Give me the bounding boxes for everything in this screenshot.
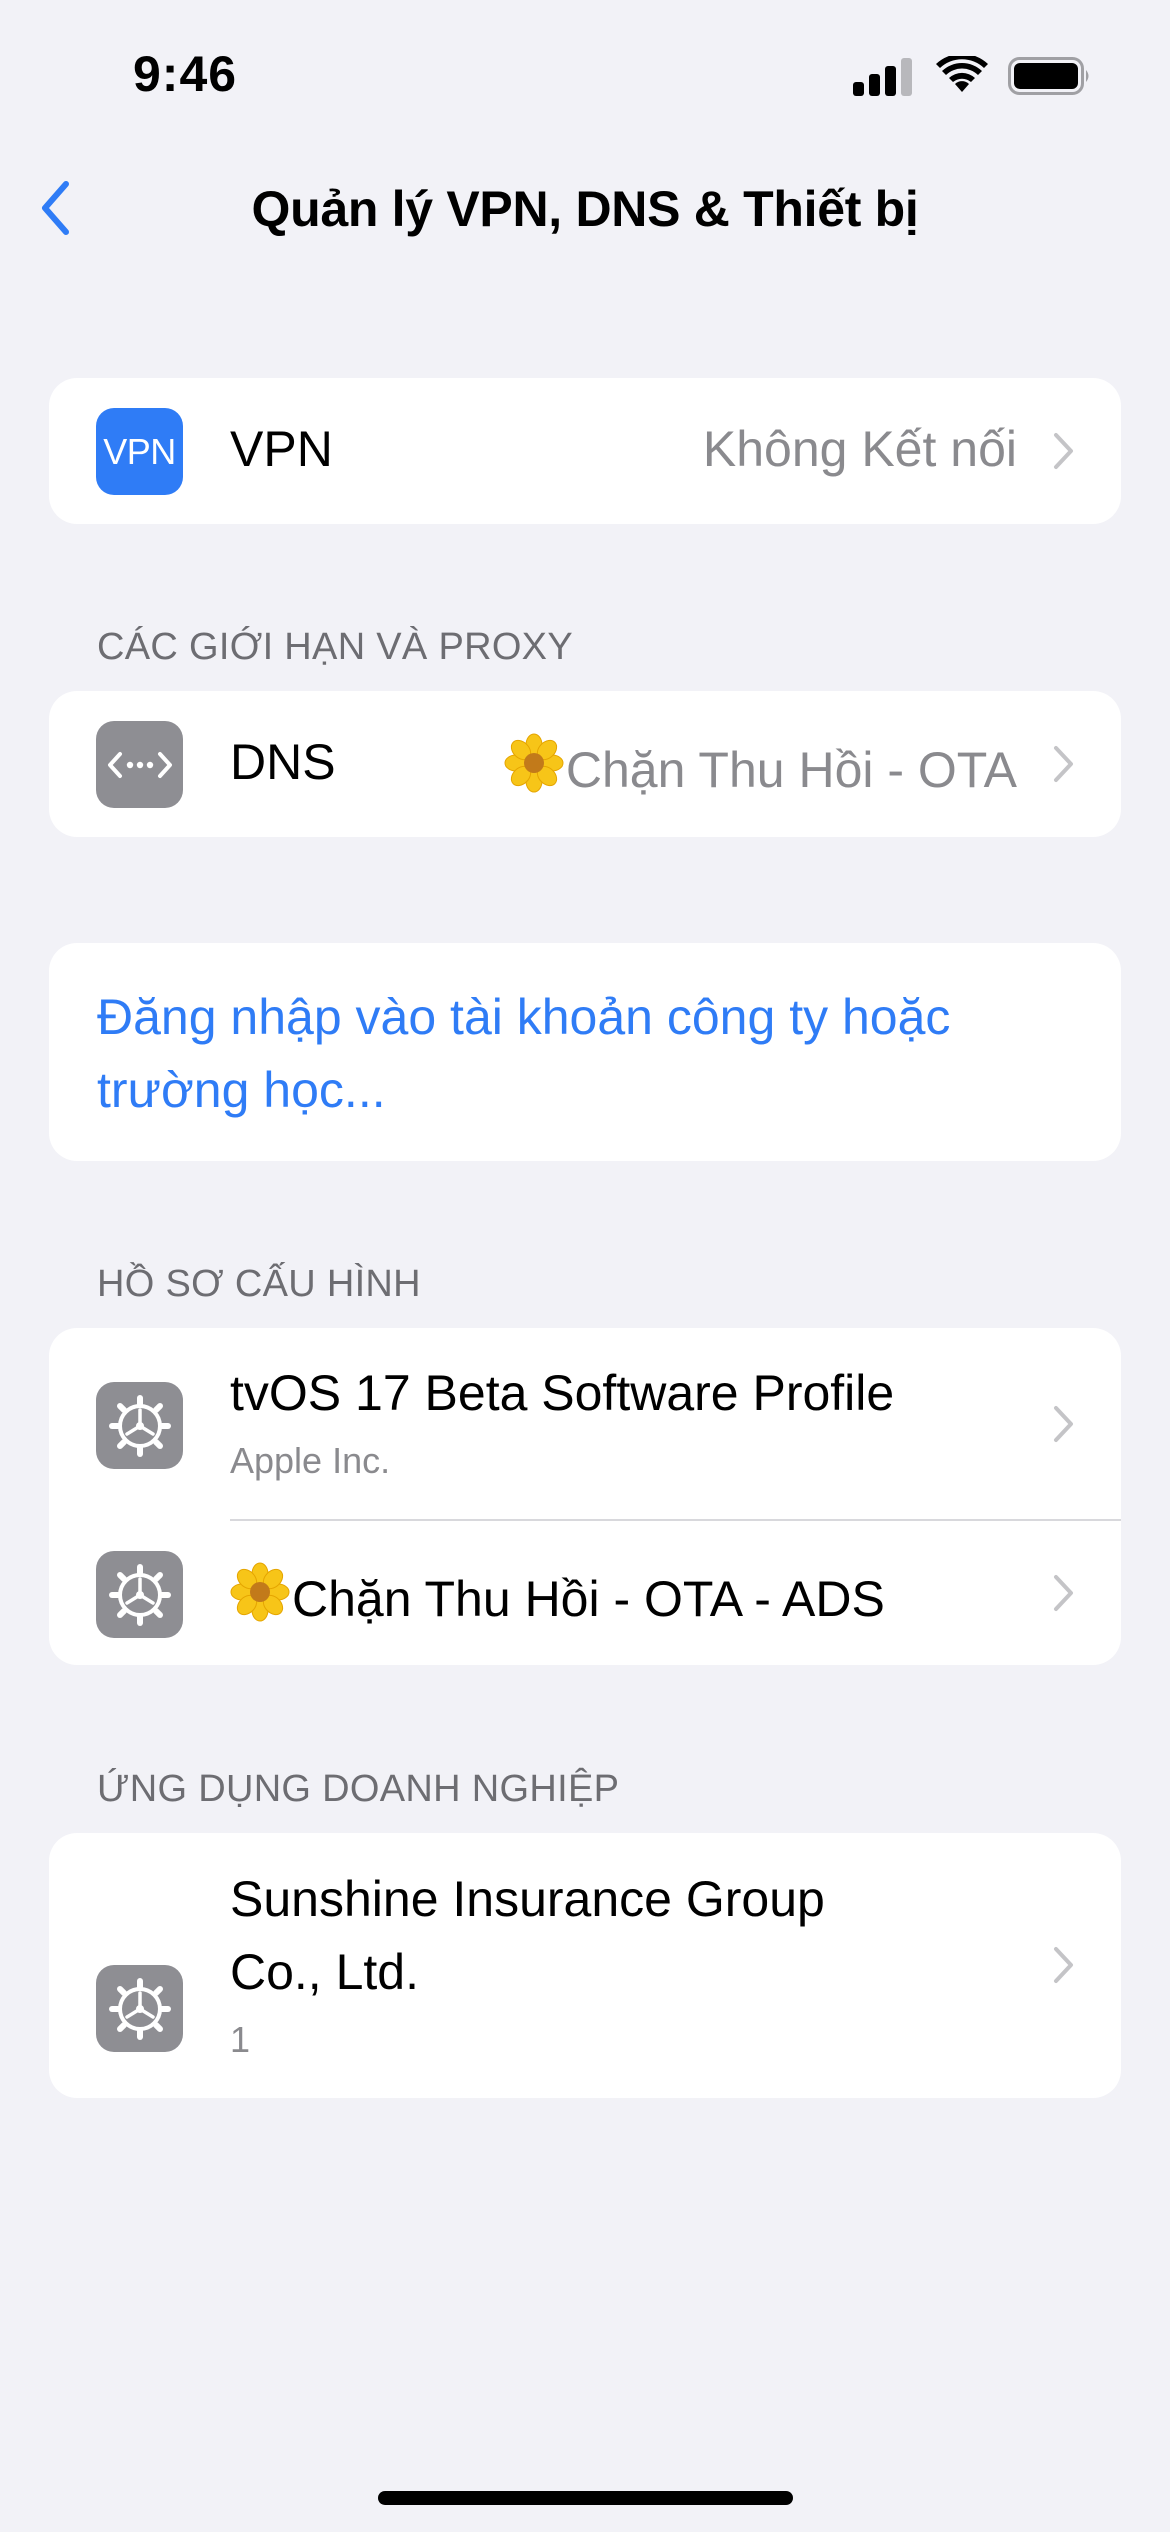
enterprise-app-icon: [96, 1965, 183, 2052]
gear-icon: [108, 1394, 171, 1457]
vpn-row[interactable]: VPN VPN Không Kết nối: [49, 378, 1121, 524]
sign-in-link[interactable]: Đăng nhập vào tài khoản công ty hoặc trư…: [97, 981, 1057, 1127]
gear-icon: [108, 1977, 171, 2040]
gear-icon: [108, 1563, 171, 1626]
home-indicator[interactable]: [378, 2491, 793, 2505]
section-header-limits: CÁC GIỚI HẠN VÀ PROXY: [97, 626, 573, 668]
flower-emoji-icon: [230, 1562, 290, 1622]
dns-card: DNS Chặn Thu Hồi - OTA: [49, 691, 1121, 837]
dns-label: DNS: [230, 734, 336, 790]
enterprise-card: Sunshine Insurance Group Co., Ltd. 1: [49, 1833, 1121, 2098]
flower-emoji-icon: [504, 733, 564, 793]
dns-value-wrap: Chặn Thu Hồi - OTA: [504, 733, 1017, 799]
sign-in-card: Đăng nhập vào tài khoản công ty hoặc trư…: [49, 943, 1121, 1161]
page-title: Quản lý VPN, DNS & Thiết bị: [251, 181, 919, 237]
dns-arrows-icon: [107, 751, 172, 778]
chevron-right-icon: [1054, 1575, 1073, 1611]
dns-value: Chặn Thu Hồi - OTA: [565, 742, 1017, 798]
profile-title-wrap: Chặn Thu Hồi - OTA - ADS: [230, 1562, 885, 1628]
status-time: 9:46: [133, 46, 238, 102]
chevron-right-icon: [1054, 433, 1073, 469]
profile-title: Chặn Thu Hồi - OTA - ADS: [292, 1571, 885, 1627]
cellular-signal-icon: [853, 58, 912, 96]
profile-subtitle: Apple Inc.: [230, 1440, 391, 1481]
navigation-bar: Quản lý VPN, DNS & Thiết bị: [0, 160, 1170, 250]
vpn-icon: VPN: [96, 408, 183, 495]
enterprise-title: Sunshine Insurance Group Co., Ltd.: [230, 1871, 825, 2000]
profile-row-ota[interactable]: Chặn Thu Hồi - OTA - ADS: [49, 1521, 1121, 1665]
wifi-icon: [936, 56, 988, 92]
section-header-profiles: HỒ SƠ CẤU HÌNH: [97, 1263, 421, 1305]
vpn-card: VPN VPN Không Kết nối: [49, 378, 1121, 524]
chevron-right-icon: [1054, 1406, 1073, 1442]
section-header-enterprise: ỨNG DỤNG DOANH NGHIỆP: [97, 1768, 620, 1810]
chevron-right-icon: [1054, 1947, 1073, 1983]
battery-icon: [1008, 57, 1089, 95]
profile-row-tvos[interactable]: tvOS 17 Beta Software Profile Apple Inc.: [49, 1328, 1121, 1520]
profiles-card: tvOS 17 Beta Software Profile Apple Inc.: [49, 1328, 1121, 1665]
chevron-right-icon: [1054, 746, 1073, 782]
enterprise-row[interactable]: Sunshine Insurance Group Co., Ltd. 1: [49, 1833, 1121, 2098]
profile-icon: [96, 1382, 183, 1469]
dns-row[interactable]: DNS Chặn Thu Hồi - OTA: [49, 691, 1121, 837]
enterprise-subtitle: 1: [230, 2019, 251, 2060]
status-bar: 9:46: [0, 0, 1170, 150]
profile-icon: [96, 1551, 183, 1638]
dns-icon: [96, 721, 183, 808]
profile-title: tvOS 17 Beta Software Profile: [230, 1365, 895, 1421]
vpn-label: VPN: [230, 421, 333, 477]
vpn-status: Không Kết nối: [702, 421, 1017, 477]
screen: 9:46 Quản lý VPN, DNS & Thiết bị VPN VPN…: [0, 0, 1170, 2532]
